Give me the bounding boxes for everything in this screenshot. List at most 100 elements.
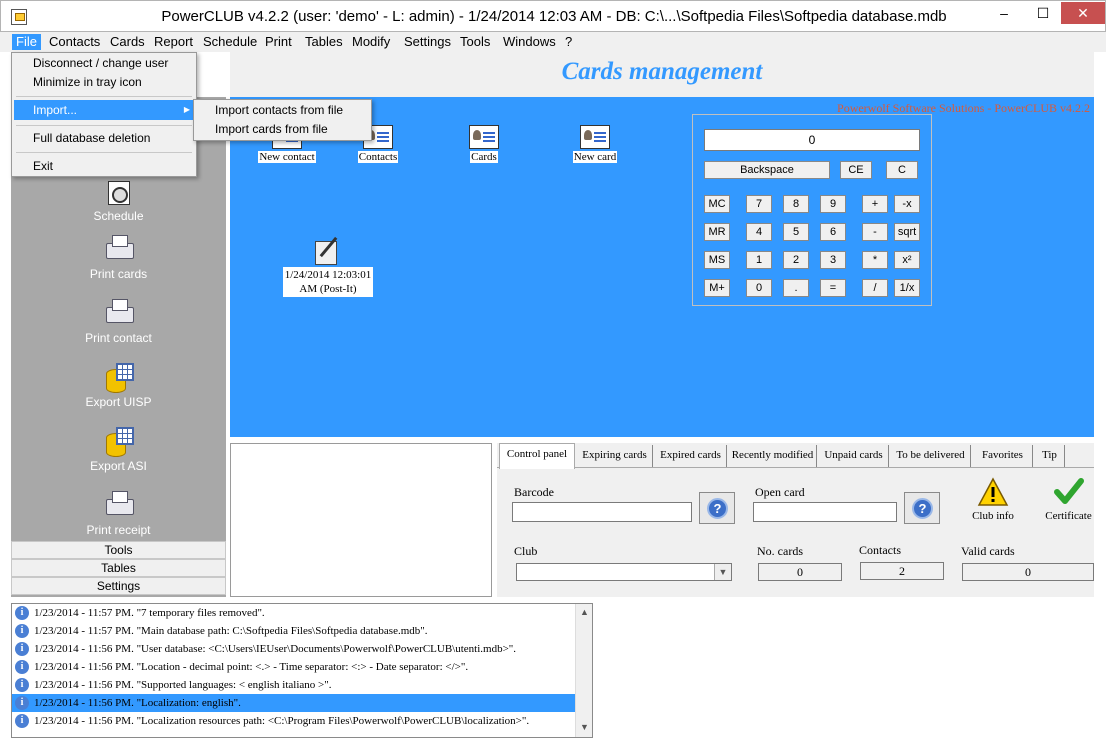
menu-cards[interactable]: Cards [106, 34, 149, 50]
tab-to-be-delivered[interactable]: To be delivered [891, 445, 971, 467]
tab-control-panel[interactable]: Control panel [499, 443, 575, 469]
log-list[interactable]: i 1/23/2014 - 11:57 PM. "7 temporary fil… [11, 603, 593, 738]
calc-multiply-button[interactable]: * [862, 251, 888, 269]
log-entry[interactable]: i 1/23/2014 - 11:56 PM. "Supported langu… [12, 676, 575, 694]
menu-schedule[interactable]: Schedule [199, 34, 261, 50]
menu-report[interactable]: Report [150, 34, 197, 50]
menu-modify[interactable]: Modify [348, 34, 394, 50]
calc-mr-button[interactable]: MR [704, 223, 730, 241]
menu-item-import-contacts[interactable]: Import contacts from file [196, 101, 370, 119]
open-card-input[interactable] [753, 502, 897, 522]
sidebar-item-label: Print receipt [86, 523, 151, 537]
sidebar-section-settings[interactable]: Settings [11, 577, 226, 595]
sidebar-section-tools[interactable]: Tools [11, 541, 226, 559]
certificate-button[interactable]: Certificate [1043, 477, 1094, 522]
club-info-button[interactable]: Club info [967, 477, 1019, 522]
club-select[interactable]: ▼ [516, 563, 732, 581]
log-entry-text: 1/23/2014 - 11:56 PM. "Location - decima… [34, 661, 469, 673]
menu-item-full-database-deletion[interactable]: Full database deletion [14, 128, 194, 148]
log-entry[interactable]: i 1/23/2014 - 11:56 PM. "User database: … [12, 640, 575, 658]
calc-divide-button[interactable]: / [862, 279, 888, 297]
menu-item-minimize-tray[interactable]: Minimize in tray icon [14, 72, 194, 92]
calc-c-button[interactable]: C [886, 161, 918, 179]
calc-backspace-button[interactable]: Backspace [704, 161, 830, 179]
barcode-help-button[interactable]: ? [699, 492, 735, 524]
calc-ms-button[interactable]: MS [704, 251, 730, 269]
sidebar-item-print-cards[interactable]: Print cards [11, 235, 226, 281]
calc-square-button[interactable]: x² [894, 251, 920, 269]
menu-item-import[interactable]: Import... ▶ [14, 100, 194, 120]
calc-7-button[interactable]: 7 [746, 195, 772, 213]
barcode-input[interactable] [512, 502, 692, 522]
scroll-up-icon[interactable]: ▲ [578, 607, 591, 617]
sidebar-item-print-contact[interactable]: Print contact [11, 299, 226, 345]
sidebar-item-export-asi[interactable]: Export ASI [11, 427, 226, 473]
tab-tip[interactable]: Tip [1035, 445, 1065, 467]
sidebar-item-label: Export ASI [90, 459, 147, 473]
calc-4-button[interactable]: 4 [746, 223, 772, 241]
menu-item-import-cards[interactable]: Import cards from file [196, 120, 370, 138]
log-scrollbar[interactable]: ▲ ▼ [575, 604, 592, 737]
log-entry[interactable]: i 1/23/2014 - 11:57 PM. "7 temporary fil… [12, 604, 575, 622]
calc-2-button[interactable]: 2 [783, 251, 809, 269]
tab-recently-modified[interactable]: Recently modified [729, 445, 817, 467]
menu-contacts[interactable]: Contacts [45, 34, 104, 50]
menu-bar: File Contacts Cards Report Schedule Prin… [0, 32, 1106, 52]
calc-minus-button[interactable]: - [862, 223, 888, 241]
postit-shortcut[interactable]: 1/24/2014 12:03:01 AM (Post-It) [278, 235, 378, 297]
contacts-count-value: 2 [860, 562, 944, 580]
calc-mplus-button[interactable]: M+ [704, 279, 730, 297]
sidebar-section-tables[interactable]: Tables [11, 559, 226, 577]
calc-9-button[interactable]: 9 [820, 195, 846, 213]
calc-ce-button[interactable]: CE [840, 161, 872, 179]
tab-unpaid-cards[interactable]: Unpaid cards [819, 445, 889, 467]
menu-item-exit[interactable]: Exit [14, 156, 194, 176]
menu-item-disconnect[interactable]: Disconnect / change user [14, 53, 194, 73]
sidebar-item-export-uisp[interactable]: Export UISP [11, 363, 226, 409]
calc-1-button[interactable]: 1 [746, 251, 772, 269]
printer-icon [104, 491, 134, 519]
cards-shortcut[interactable]: Cards [466, 125, 502, 163]
postit-label-line2: AM (Post-It) [299, 283, 357, 295]
calc-plus-button[interactable]: + [862, 195, 888, 213]
tab-expired-cards[interactable]: Expired cards [655, 445, 727, 467]
sidebar-item-print-receipt[interactable]: Print receipt [11, 491, 226, 537]
tab-favorites[interactable]: Favorites [973, 445, 1033, 467]
calc-8-button[interactable]: 8 [783, 195, 809, 213]
menu-tables[interactable]: Tables [301, 34, 347, 50]
menu-print[interactable]: Print [261, 34, 296, 50]
calc-mc-button[interactable]: MC [704, 195, 730, 213]
calc-dot-button[interactable]: . [783, 279, 809, 297]
calc-reciprocal-button[interactable]: 1/x [894, 279, 920, 297]
maximize-button[interactable]: ☐ [1023, 2, 1063, 24]
tab-expiring-cards[interactable]: Expiring cards [577, 445, 653, 467]
page-title: Cards management [561, 58, 763, 85]
calc-3-button[interactable]: 3 [820, 251, 846, 269]
log-entry[interactable]: i 1/23/2014 - 11:57 PM. "Main database p… [12, 622, 575, 640]
sidebar-item-schedule[interactable]: Schedule [11, 177, 226, 223]
menu-settings[interactable]: Settings [400, 34, 455, 50]
menu-tools[interactable]: Tools [456, 34, 494, 50]
close-button[interactable]: ✕ [1061, 2, 1105, 24]
log-entry[interactable]: i 1/23/2014 - 11:56 PM. "Location - deci… [12, 658, 575, 676]
new-card-shortcut[interactable]: New card [570, 125, 620, 163]
menu-windows[interactable]: Windows [499, 34, 560, 50]
calc-5-button[interactable]: 5 [783, 223, 809, 241]
menu-help[interactable]: ? [561, 34, 576, 50]
log-entry[interactable]: i 1/23/2014 - 11:56 PM. "Localization re… [12, 712, 575, 730]
open-card-help-button[interactable]: ? [904, 492, 940, 524]
minimize-button[interactable]: – [984, 2, 1024, 24]
calc-6-button[interactable]: 6 [820, 223, 846, 241]
menu-file[interactable]: File [12, 34, 41, 50]
log-entry-text: 1/23/2014 - 11:56 PM. "Localization reso… [34, 715, 530, 727]
chevron-down-icon[interactable]: ▼ [714, 564, 731, 580]
calc-negate-button[interactable]: -x [894, 195, 920, 213]
log-entry-selected[interactable]: i 1/23/2014 - 11:56 PM. "Localization: e… [12, 694, 575, 712]
printer-icon [104, 299, 134, 327]
control-tabs: Control panel Expiring cards Expired car… [497, 443, 1094, 597]
scroll-down-icon[interactable]: ▼ [578, 722, 591, 732]
calc-0-button[interactable]: 0 [746, 279, 772, 297]
calc-equals-button[interactable]: = [820, 279, 846, 297]
calc-sqrt-button[interactable]: sqrt [894, 223, 920, 241]
new-contact-label: New contact [258, 151, 316, 163]
